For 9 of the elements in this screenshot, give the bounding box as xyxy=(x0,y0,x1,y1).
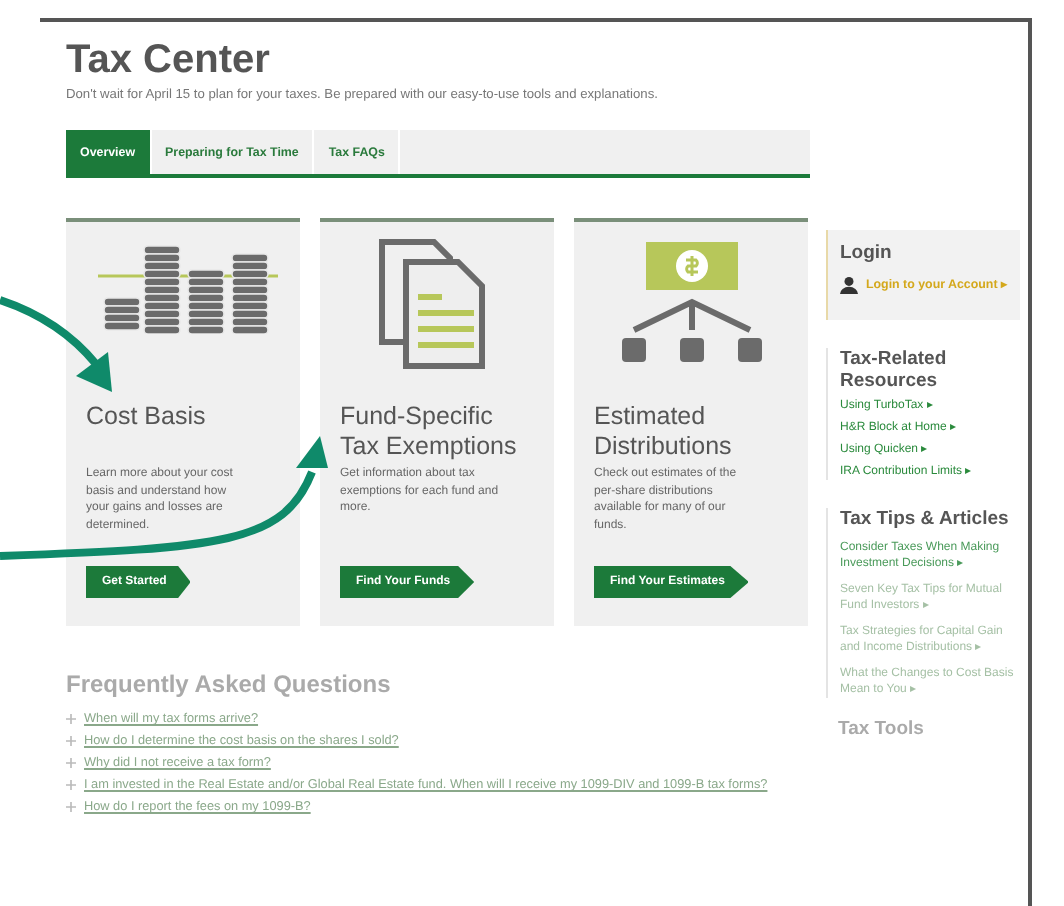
sidebar-heading: Tax-Related Resources xyxy=(840,348,949,392)
card-title: Estimated Distributions xyxy=(594,402,734,462)
card-title: Cost Basis xyxy=(86,402,208,434)
page-title: Tax Center xyxy=(66,38,272,84)
sidebar-heading: Tax Tools xyxy=(838,718,926,740)
sidebar-heading: Tax Tips & Articles xyxy=(840,508,1011,530)
section-heading: Frequently Asked Questions xyxy=(66,670,393,698)
card-title: Fund-Specific Tax Exemptions xyxy=(340,402,519,462)
login-heading: Login xyxy=(840,242,894,264)
